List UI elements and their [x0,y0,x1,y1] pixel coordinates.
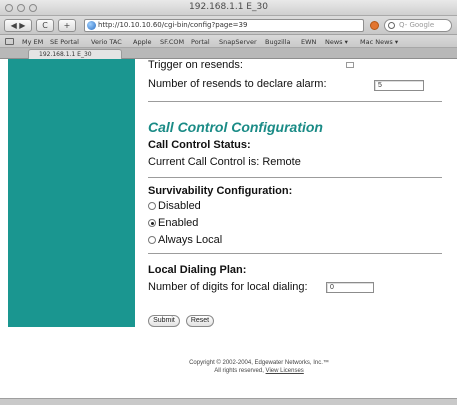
sidebar-panel [8,59,135,327]
resends-alarm-label: Number of resends to declare alarm: [148,78,327,90]
address-text: http://10.10.10.60/cgi-bin/config?page=3… [98,21,248,29]
bookmark-item[interactable]: My EM [22,38,43,46]
globe-icon [87,21,96,30]
tab-bar: 192.168.1.1 E_30 [0,48,457,59]
bookmarks-bar: My EM SE Portal Verio TAC Apple SF.COM P… [0,35,457,48]
divider [148,253,442,254]
rights-text: All rights reserved, [214,368,264,374]
radio-option-always-local[interactable]: Always Local [148,234,222,246]
copyright-footer: Copyright © 2002-2004, Edgewater Network… [134,359,384,375]
reload-button[interactable]: C [36,19,54,32]
divider [148,177,442,178]
bookmark-item[interactable]: Mac News ▾ [360,38,398,46]
local-dialing-digits-label: Number of digits for local dialing: [148,281,308,293]
reset-button[interactable]: Reset [186,315,214,327]
view-licenses-link[interactable]: View Licenses [266,368,304,374]
radio-label: Always Local [158,234,223,246]
call-control-section-title: Call Control Configuration [148,119,323,135]
local-dialing-heading: Local Dialing Plan: [148,264,247,276]
radio-option-disabled[interactable]: Disabled [148,200,201,212]
window-bottom-edge [0,398,457,405]
address-bar[interactable]: http://10.10.10.60/cgi-bin/config?page=3… [84,19,364,32]
local-dialing-digits-input[interactable]: 0 [326,282,374,293]
bookmark-item[interactable]: Bugzilla [265,38,291,46]
call-control-status-text: Current Call Control is: Remote [148,156,301,168]
divider [148,101,442,102]
bookmark-item[interactable]: Portal [191,38,210,46]
search-field[interactable]: Q- Google [384,19,452,32]
radio-button[interactable] [148,236,156,244]
bookmarks-book-icon[interactable] [5,38,14,45]
window-titlebar: 192.168.1.1 E_30 [0,0,457,16]
survivability-heading: Survivability Configuration: [148,185,293,197]
bookmark-item[interactable]: EWN [301,38,316,46]
forward-arrow-icon[interactable]: ▶ [19,21,25,30]
radio-button[interactable] [148,202,156,210]
bookmark-item[interactable]: Apple [133,38,152,46]
submit-button[interactable]: Submit [148,315,180,327]
back-forward-buttons[interactable]: ◀ ▶ [4,19,32,32]
bookmark-item[interactable]: SnapServer [219,38,257,46]
trigger-resends-label: Trigger on resends: [148,59,243,71]
radio-label: Disabled [158,200,201,212]
snapback-icon[interactable] [370,21,379,30]
bookmark-item[interactable]: SE Portal [50,38,79,46]
search-icon [388,22,395,29]
radio-option-enabled[interactable]: Enabled [148,217,198,229]
radio-button-selected[interactable] [148,219,156,227]
trigger-resends-checkbox[interactable] [346,62,354,68]
bookmark-item[interactable]: SF.COM [160,38,184,46]
call-control-status-heading: Call Control Status: [148,139,251,151]
add-bookmark-button[interactable]: + [58,19,76,32]
rights-line: All rights reserved, View Licenses [134,367,384,375]
search-placeholder: Q- Google [399,21,435,29]
window-title: 192.168.1.1 E_30 [189,2,268,12]
radio-label: Enabled [158,217,199,229]
resends-alarm-input[interactable]: 5 [374,80,424,91]
bookmark-item[interactable]: News ▾ [325,38,348,46]
tab-active[interactable]: 192.168.1.1 E_30 [28,49,122,59]
browser-toolbar: ◀ ▶ C + http://10.10.10.60/cgi-bin/confi… [0,16,457,35]
copyright-line: Copyright © 2002-2004, Edgewater Network… [189,360,329,366]
bookmark-item[interactable]: Verio TAC [91,38,122,46]
back-arrow-icon[interactable]: ◀ [11,21,17,30]
